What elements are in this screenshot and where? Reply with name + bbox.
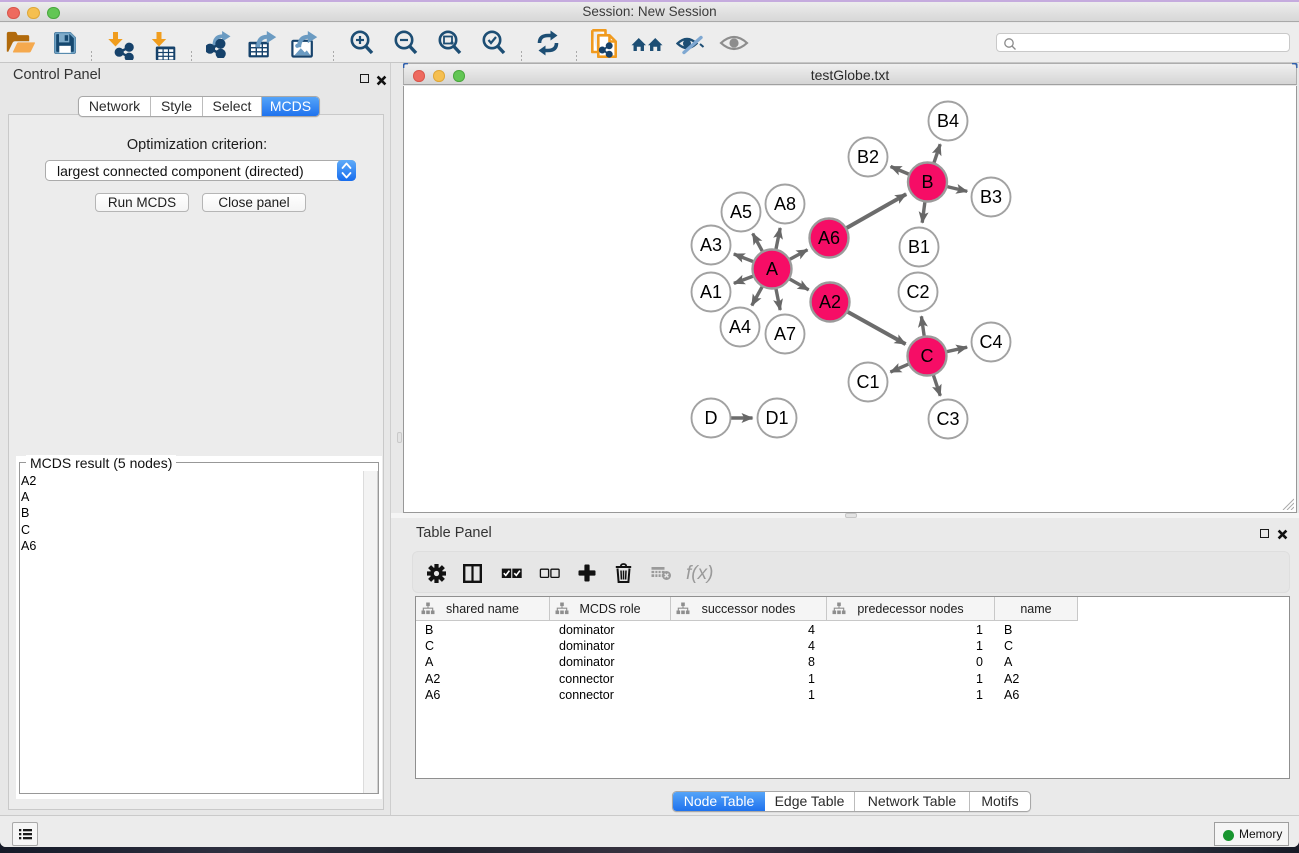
svg-text:A3: A3 (700, 235, 722, 255)
svg-text:C2: C2 (906, 282, 929, 302)
svg-text:B: B (921, 172, 933, 192)
svg-text:C: C (921, 346, 934, 366)
svg-text:A6: A6 (818, 228, 840, 248)
svg-text:C4: C4 (979, 332, 1002, 352)
svg-text:A7: A7 (774, 324, 796, 344)
svg-text:C1: C1 (856, 372, 879, 392)
svg-text:A8: A8 (774, 194, 796, 214)
svg-text:A: A (766, 259, 778, 279)
svg-text:C3: C3 (936, 409, 959, 429)
svg-text:B2: B2 (857, 147, 879, 167)
svg-text:B1: B1 (908, 237, 930, 257)
svg-text:D: D (705, 408, 718, 428)
svg-text:f(x): f(x) (686, 563, 713, 584)
svg-text:B3: B3 (980, 187, 1002, 207)
svg-text:A5: A5 (730, 202, 752, 222)
svg-text:A2: A2 (819, 292, 841, 312)
svg-text:A1: A1 (700, 282, 722, 302)
svg-text:B4: B4 (937, 111, 959, 131)
svg-text:D1: D1 (765, 408, 788, 428)
svg-text:A4: A4 (729, 317, 751, 337)
